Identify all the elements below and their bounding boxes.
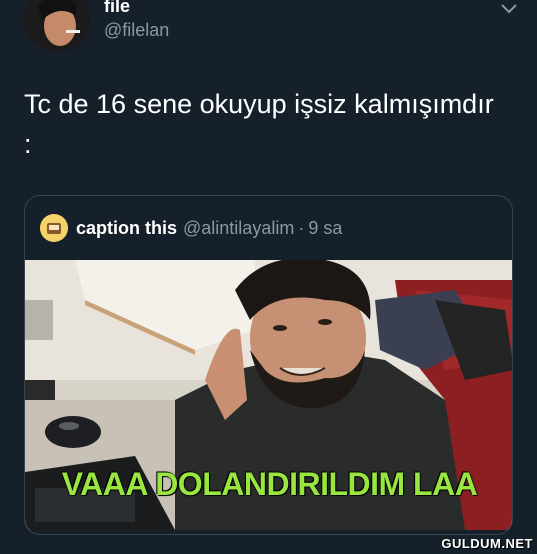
separator-dot: · (298, 217, 305, 238)
quoted-tweet-header: caption this @alintilayalim · 9 sa (40, 214, 342, 242)
quoted-author-handle[interactable]: @alintilayalim (183, 218, 294, 239)
quoted-timestamp[interactable]: 9 sa (308, 218, 342, 239)
quoted-author-avatar[interactable] (40, 214, 68, 242)
watermark: GULDUM.NET (441, 536, 533, 551)
author-avatar[interactable] (24, 0, 90, 52)
author-handle[interactable]: @filelan (104, 20, 169, 41)
quoted-tweet-card[interactable]: caption this @alintilayalim · 9 sa VAAA … (24, 195, 513, 535)
chevron-down-icon[interactable] (499, 2, 519, 16)
quoted-author-name[interactable]: caption this (76, 218, 177, 239)
meme-caption: VAAA DOLANDIRILDIM LAA (61, 466, 478, 502)
tweet-text: Tc de 16 sene okuyup işsiz kalmışımdır : (24, 89, 494, 159)
author-name[interactable]: file (104, 0, 130, 17)
